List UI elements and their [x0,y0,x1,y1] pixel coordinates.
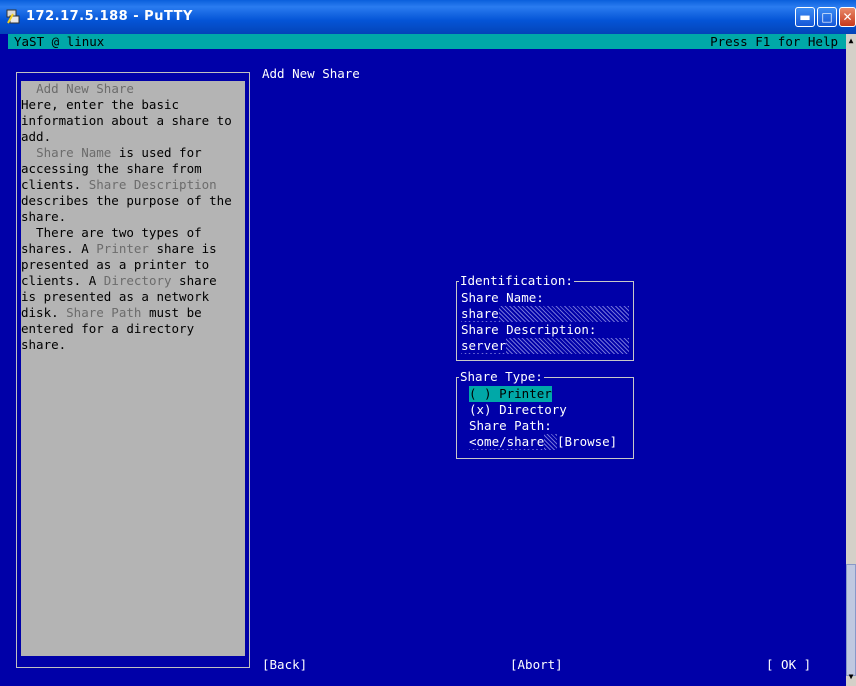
scroll-thumb[interactable] [846,564,856,676]
help-text: There are two types of [21,225,202,240]
share-description-label: Share Description: [461,322,597,337]
help-panel: Add New Share Here, enter the basic inform… [21,81,245,656]
close-icon: ✕ [842,10,853,24]
directory-radio[interactable]: (x) Directory [469,402,567,418]
help-term: Directory [103,273,172,288]
help-text: clients. [21,177,89,192]
help-line: share. [21,209,66,225]
help-text: share is [148,241,217,256]
help-term: Share Description [88,177,217,192]
browse-button[interactable]: [Browse] [557,434,617,450]
help-text: shares. A [21,241,97,256]
printer-radio[interactable]: ( ) Printer [469,386,552,402]
help-line: add. [21,129,51,145]
help-hint: Press F1 for Help [710,34,838,49]
share-path-input[interactable]: <ome/share [469,434,557,450]
share-type-legend: Share Type: [459,369,544,385]
help-line: clients. Share Description [21,177,217,193]
help-text: accessing the share from [21,161,202,176]
dialog-title: Add New Share [262,66,360,81]
help-text: share [171,273,217,288]
help-text: share. [21,337,67,352]
share-type-frame: Share Type: ( ) Printer (x) Directory Sh… [456,369,634,459]
putty-icon [6,9,20,24]
abort-button[interactable]: [Abort] [510,657,563,673]
help-text: add. [21,129,52,144]
help-line: presented as a printer to [21,257,209,273]
help-line: Here, enter the basic [21,97,179,113]
help-text [21,145,36,160]
help-line: entered for a directory [21,321,194,337]
yast-host-label: YaST @ linux [14,34,105,49]
share-path-value: <ome/share [469,434,545,449]
minimize-button[interactable]: ▬ [795,7,815,27]
share-name-value: share [461,306,499,321]
help-line: clients. A Directory share [21,273,217,289]
help-text: must be [141,305,202,320]
help-line: is presented as a network [21,289,209,305]
identification-frame: Identification: Share Name: share Share … [456,273,634,361]
help-text [21,81,36,96]
terminal-area[interactable]: YaST @ linux Press F1 for Help Add New S… [0,34,846,686]
help-text: is presented as a network [21,289,210,304]
close-button[interactable]: ✕ [839,7,856,27]
help-text: clients. A [21,273,104,288]
maximize-button[interactable]: □ [817,7,837,27]
help-line: share. [21,337,66,353]
help-text: Here, enter the basic [21,97,180,112]
maximize-icon: □ [821,10,833,24]
window-titlebar[interactable]: 172.17.5.188 - PuTTY ▬ □ ✕ [0,0,856,34]
identification-legend: Identification: [459,273,574,289]
help-term: Printer [96,241,149,256]
help-text: disk. [21,305,67,320]
help-line: disk. Share Path must be [21,305,202,321]
share-description-input[interactable]: server [461,338,629,354]
ok-button[interactable]: [ OK ] [766,657,811,673]
help-term: Add New Share [36,81,134,96]
share-description-value: server [461,338,507,353]
share-path-label: Share Path: [469,418,552,433]
minimize-icon: ▬ [799,10,811,24]
help-term: Share Name [36,145,112,160]
help-line: Add New Share [21,81,134,97]
help-term: Share Path [66,305,142,320]
help-line: describes the purpose of the [21,193,232,209]
help-text: is used for [111,145,202,160]
vertical-scrollbar[interactable]: ▲ ▼ [846,34,856,686]
help-line: information about a share to [21,113,232,129]
help-text: entered for a directory [21,321,195,336]
help-text: share. [21,209,67,224]
help-text: presented as a printer to [21,257,210,272]
help-line: There are two types of [21,225,202,241]
scroll-down-icon[interactable]: ▼ [846,672,856,684]
scroll-up-icon[interactable]: ▲ [846,36,856,48]
help-text: describes the purpose of the [21,193,232,208]
share-name-input[interactable]: share [461,306,629,322]
help-line: accessing the share from [21,161,202,177]
window-title: 172.17.5.188 - PuTTY [26,9,193,24]
help-line: Share Name is used for [21,145,202,161]
yast-status-bar: YaST @ linux Press F1 for Help [8,34,846,49]
help-line: shares. A Printer share is [21,241,217,257]
share-name-label: Share Name: [461,290,544,305]
help-text: information about a share to [21,113,232,128]
back-button[interactable]: [Back] [262,657,307,673]
